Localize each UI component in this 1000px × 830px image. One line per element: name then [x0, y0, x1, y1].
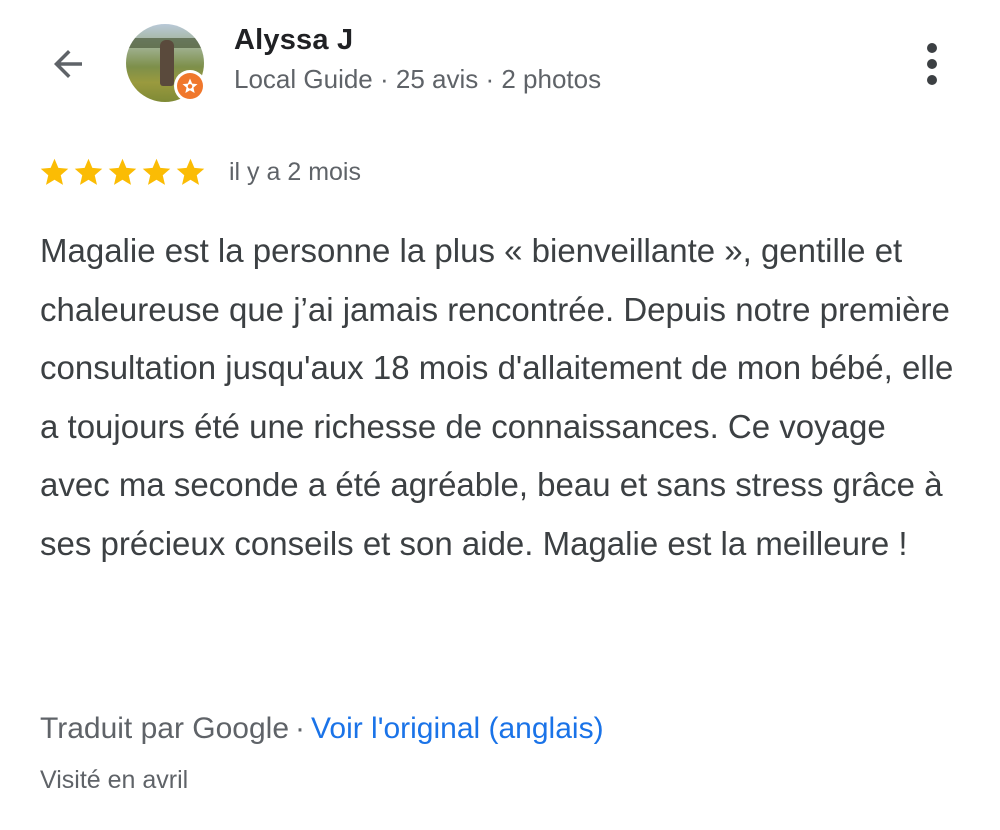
star-icon: [142, 158, 171, 185]
local-guide-badge: [174, 70, 206, 102]
see-original-link[interactable]: Voir l'original (anglais): [311, 712, 604, 745]
user-name[interactable]: Alyssa J: [234, 24, 353, 57]
review-date: il y a 2 mois: [229, 158, 361, 186]
star-rating: [38, 156, 207, 189]
star-icon: [40, 158, 69, 185]
rating-row: il y a 2 mois: [38, 156, 361, 189]
arrow-back-icon: [54, 50, 82, 78]
translation-row: Traduit par Google · Voir l'original (angl…: [40, 712, 604, 746]
star-icon: [176, 158, 205, 185]
more-options-button[interactable]: [908, 36, 956, 92]
user-meta: Local Guide · 25 avis · 2 photos: [234, 64, 602, 94]
local-guide-star-icon: [182, 78, 198, 93]
visited-date: Visité en avril: [40, 766, 189, 794]
back-button[interactable]: [36, 38, 100, 90]
star-icon: [108, 158, 137, 185]
review-text: Magalie est la personne la plus « bienve…: [40, 232, 954, 562]
review-detail-page: Alyssa J Local Guide · 25 avis · 2 photo…: [0, 0, 1000, 830]
translated-by-label: Traduit par Google: [40, 712, 290, 745]
star-icon: [74, 158, 103, 185]
separator-dot: ·: [295, 712, 306, 745]
more-vert-icon: [927, 43, 937, 85]
